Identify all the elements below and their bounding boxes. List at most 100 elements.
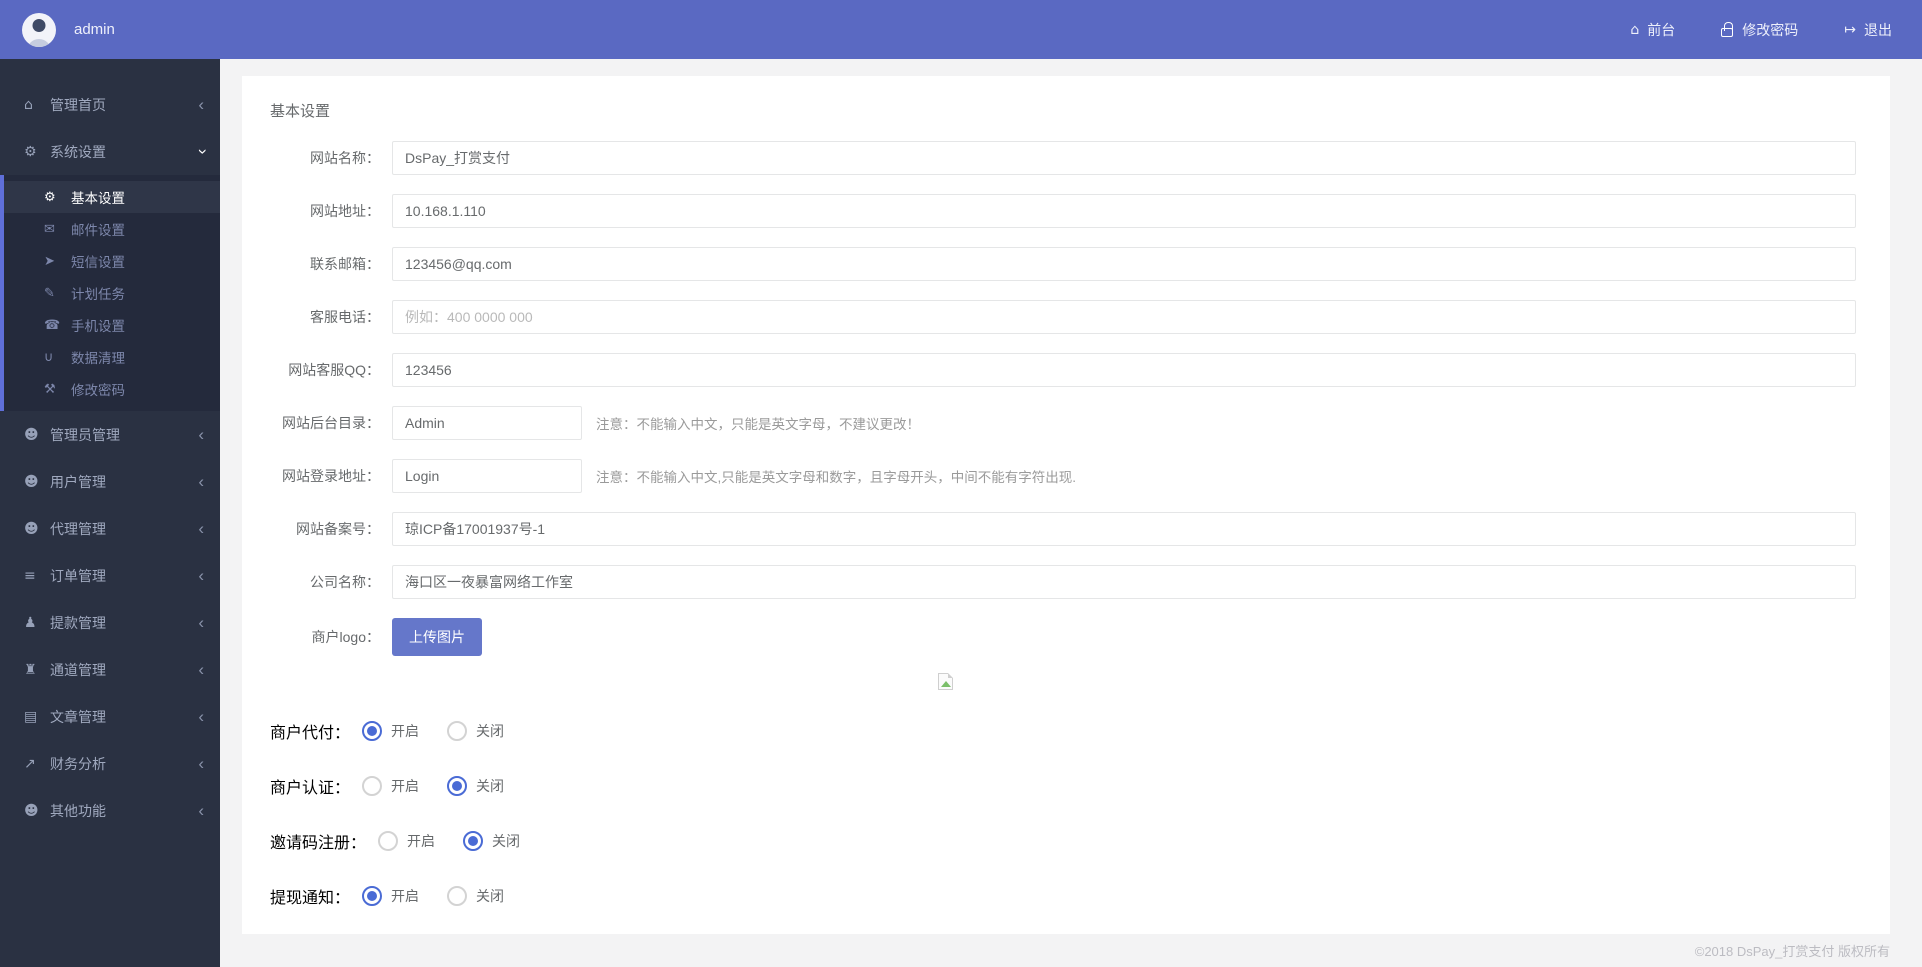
merchant-auth-off-option[interactable]: 关闭 (447, 776, 504, 796)
invite-code-register-radio-group: 开启 关闭 (378, 831, 520, 851)
topbar-link-logout[interactable]: ↦ 退出 (1844, 20, 1892, 40)
radio-on[interactable] (378, 831, 399, 851)
radio-off[interactable] (463, 831, 484, 851)
layout: ⌂ 管理首页 ‹ ⚙ 系统设置 ‹ ⚙ 基本设置 ✉ 邮件设置 ➤ 短信设置 ✎ 计划任务 ☎ 手机设置 ∪ 数据… (0, 59, 1922, 967)
submenu-item-basic-settings[interactable]: ⚙ 基本设置 (4, 181, 220, 213)
submenu-item-label: 修改密码 (71, 383, 125, 398)
topbar-user-area: admin (22, 12, 115, 47)
submenu-item-data-cleanup[interactable]: ∪ 数据清理 (4, 341, 220, 373)
sidebar-item-system-settings[interactable]: ⚙ 系统设置 ‹ (0, 128, 220, 175)
sidebar-item-label: 系统设置 (50, 143, 106, 160)
radio-row-withdraw-notice: 提现通知： 开启 关闭 (270, 884, 1856, 908)
field-label: 客服电话： (310, 309, 380, 325)
magnet-icon: ∪ (44, 349, 54, 365)
sidebar: ⌂ 管理首页 ‹ ⚙ 系统设置 ‹ ⚙ 基本设置 ✉ 邮件设置 ➤ 短信设置 ✎ 计划任务 ☎ 手机设置 ∪ 数据… (0, 59, 220, 967)
sidebar-item-agent-management[interactable]: ☻ 代理管理 ‹ (0, 505, 220, 552)
list-icon: ≡ (24, 567, 36, 584)
radio-off[interactable] (447, 776, 468, 796)
submenu-item-label: 基本设置 (71, 191, 125, 206)
chevron-left-icon: ‹ (198, 707, 204, 726)
contact-email-input[interactable] (392, 247, 1856, 281)
sidebar-item-order-management[interactable]: ≡ 订单管理 ‹ (0, 552, 220, 599)
withdraw-notice-on-option[interactable]: 开启 (362, 886, 419, 906)
main-content: 基本设置 网站名称： 网站地址： 联系邮箱： 客服电话： 网站客服QQ： 网站后台目录： 注… (220, 59, 1922, 967)
withdraw-notice-radio-group: 开启 关闭 (362, 886, 504, 906)
field-label: 网站备案号： (296, 521, 380, 537)
settings-form: 网站名称： 网站地址： 联系邮箱： 客服电话： 网站客服QQ： 网站后台目录： 注意：不能输… (270, 141, 1856, 934)
lock-icon (1721, 22, 1734, 37)
submenu-item-cron-tasks[interactable]: ✎ 计划任务 (4, 277, 220, 309)
radio-on[interactable] (362, 886, 383, 906)
field-label: 商户代付： (270, 725, 351, 742)
sidebar-item-label: 用户管理 (50, 473, 106, 490)
home-icon: ⌂ (24, 96, 33, 113)
form-row-backend-dir: 网站后台目录： 注意：不能输入中文，只能是英文字母，不建议更改！ (270, 406, 1856, 440)
field-label: 网站后台目录： (282, 415, 380, 431)
upload-image-button[interactable]: 上传图片 (392, 618, 482, 656)
submenu-item-label: 邮件设置 (71, 223, 125, 238)
withdraw-notice-off-option[interactable]: 关闭 (447, 886, 504, 906)
sidebar-item-label: 管理员管理 (50, 426, 120, 443)
radio-off[interactable] (447, 721, 468, 741)
sidebar-item-admin-management[interactable]: ☻ 管理员管理 ‹ (0, 411, 220, 458)
sidebar-item-user-management[interactable]: ☻ 用户管理 ‹ (0, 458, 220, 505)
radio-option-label: 关闭 (492, 833, 521, 849)
merchant-payout-on-option[interactable]: 开启 (362, 721, 419, 741)
radio-on[interactable] (362, 776, 383, 796)
user-circle-icon: ☻ (24, 520, 39, 537)
user-avatar-icon[interactable] (22, 12, 56, 47)
company-name-input[interactable] (392, 565, 1856, 599)
field-label: 联系邮箱： (310, 256, 380, 272)
sidebar-item-finance-analysis[interactable]: ↗ 财务分析 ‹ (0, 740, 220, 787)
topbar-link-frontend[interactable]: ⌂ 前台 (1630, 20, 1675, 40)
radio-off[interactable] (447, 886, 468, 906)
user-circle-icon: ☻ (24, 802, 39, 819)
merchant-auth-on-option[interactable]: 开启 (362, 776, 419, 796)
icp-number-input[interactable] (392, 512, 1856, 546)
topbar-link-label: 退出 (1864, 21, 1892, 38)
field-label: 网站地址： (310, 203, 380, 219)
merchant-payout-off-option[interactable]: 关闭 (447, 721, 504, 741)
submenu-item-mail-settings[interactable]: ✉ 邮件设置 (4, 213, 220, 245)
sidebar-item-channel-management[interactable]: ♜ 通道管理 ‹ (0, 646, 220, 693)
sidebar-item-dashboard[interactable]: ⌂ 管理首页 ‹ (0, 81, 220, 128)
sidebar-item-article-management[interactable]: ▤ 文章管理 ‹ (0, 693, 220, 740)
radio-option-label: 关闭 (476, 888, 505, 904)
invite-code-register-on-option[interactable]: 开启 (378, 831, 435, 851)
invite-code-register-off-option[interactable]: 关闭 (463, 831, 520, 851)
service-qq-input[interactable] (392, 353, 1856, 387)
page-title: 基本设置 (270, 103, 331, 120)
submenu-system-settings: ⚙ 基本设置 ✉ 邮件设置 ➤ 短信设置 ✎ 计划任务 ☎ 手机设置 ∪ 数据清理 ⚒ 修改密码 (0, 175, 220, 411)
login-url-input[interactable] (392, 459, 582, 493)
broken-image-icon (938, 672, 953, 690)
field-label: 网站登录地址： (282, 468, 380, 484)
site-name-input[interactable] (392, 141, 1856, 175)
submenu-item-label: 短信设置 (71, 255, 125, 270)
field-label: 网站客服QQ： (288, 362, 380, 378)
field-label: 网站名称： (310, 150, 380, 166)
sidebar-item-other-functions[interactable]: ☻ 其他功能 ‹ (0, 787, 220, 834)
field-label: 公司名称： (310, 574, 380, 590)
topbar-link-label: 修改密码 (1742, 21, 1799, 38)
form-row-merchant-logo: 商户logo： 上传图片 (270, 618, 1856, 656)
gears-icon: ⚙ (24, 143, 37, 160)
submenu-item-sms-settings[interactable]: ➤ 短信设置 (4, 245, 220, 277)
field-control: 注意：不能输入中文,只能是英文字母和数字，且字母开头，中间不能有字符出现. (392, 459, 1856, 493)
logo-preview-row (270, 670, 1856, 692)
sidebar-item-label: 管理首页 (50, 96, 106, 113)
backend-dir-input[interactable] (392, 406, 582, 440)
radio-option-label: 开启 (407, 833, 436, 849)
paper-plane-icon: ➤ (44, 253, 55, 269)
radio-on[interactable] (362, 721, 383, 741)
service-phone-input[interactable] (392, 300, 1856, 334)
field-label: 邀请码注册： (270, 835, 367, 852)
site-url-input[interactable] (392, 194, 1856, 228)
footer-copyright: ©2018 DsPay_打赏支付 版权所有 (1694, 944, 1890, 959)
user-circle-icon: ☻ (24, 426, 39, 443)
sidebar-item-label: 代理管理 (50, 520, 106, 537)
submenu-item-change-password[interactable]: ⚒ 修改密码 (4, 373, 220, 405)
submenu-item-mobile-settings[interactable]: ☎ 手机设置 (4, 309, 220, 341)
form-row-service-qq: 网站客服QQ： (270, 353, 1856, 387)
sidebar-item-withdrawal-management[interactable]: ♟ 提款管理 ‹ (0, 599, 220, 646)
topbar-link-change-password[interactable]: 修改密码 (1721, 20, 1798, 40)
